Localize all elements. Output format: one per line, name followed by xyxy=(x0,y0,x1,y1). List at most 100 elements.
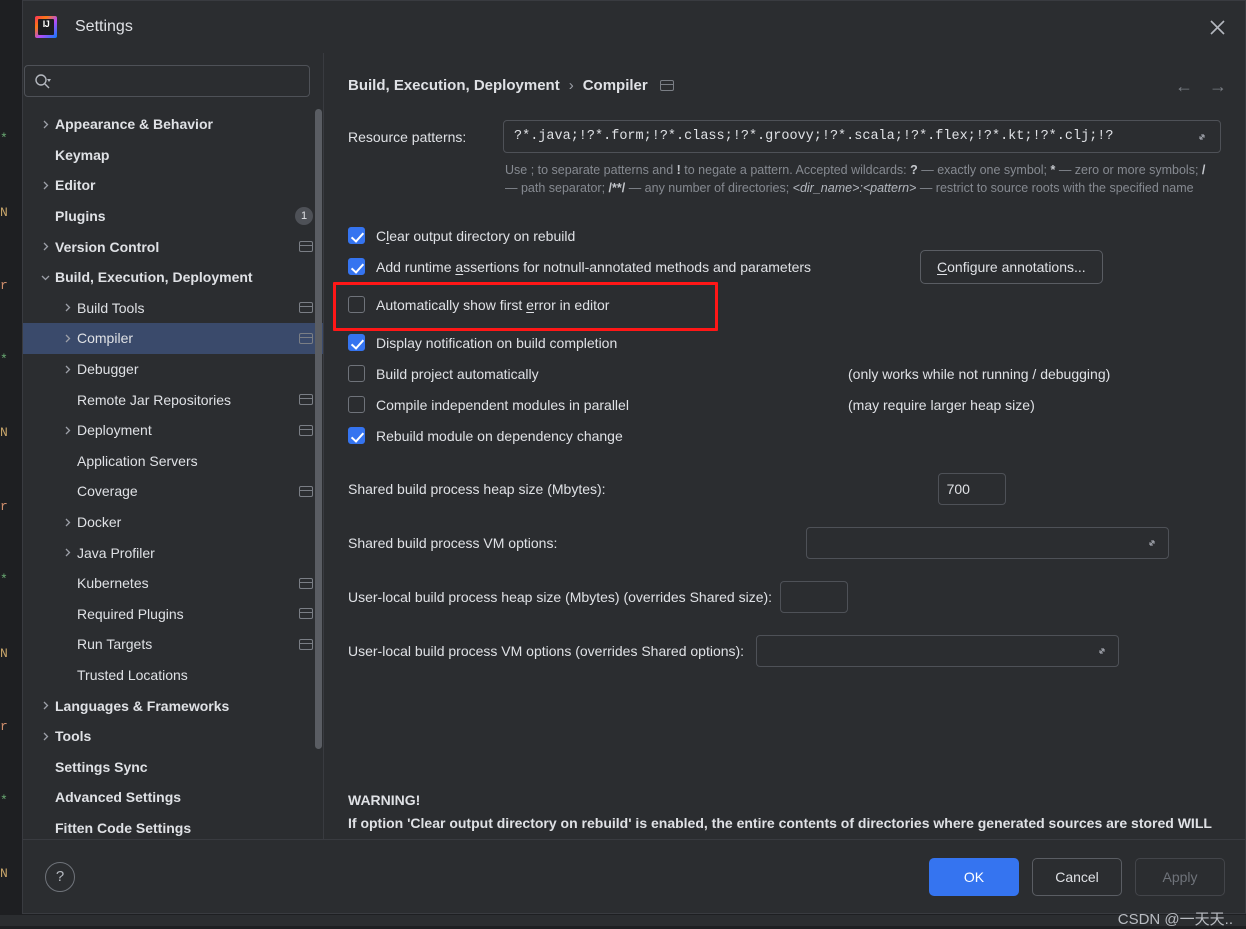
resource-patterns-value: ?*.java;!?*.form;!?*.class;!?*.groovy;!?… xyxy=(514,129,1194,144)
sidebar-item-advanced-settings[interactable]: Advanced Settings xyxy=(23,782,323,813)
sidebar-scrollbar[interactable] xyxy=(314,109,323,839)
chevron-right-icon[interactable] xyxy=(35,700,55,711)
sidebar-item-java-profiler[interactable]: Java Profiler xyxy=(23,537,323,568)
chevron-right-icon[interactable] xyxy=(35,119,55,130)
sidebar-item-version-control[interactable]: Version Control xyxy=(23,231,323,262)
project-scope-icon xyxy=(299,425,313,436)
project-scope-icon xyxy=(299,486,313,497)
checkbox-label[interactable]: Automatically show first error in editor xyxy=(376,297,609,313)
intellij-logo-icon: IJ xyxy=(35,16,57,38)
sidebar-item-docker[interactable]: Docker xyxy=(23,507,323,538)
checkbox[interactable] xyxy=(348,258,365,275)
expand-icon[interactable] xyxy=(1144,536,1160,550)
checkbox[interactable] xyxy=(348,227,365,244)
sidebar-item-build-tools[interactable]: Build Tools xyxy=(23,293,323,324)
help-icon[interactable]: ? xyxy=(45,862,75,892)
warning-title: WARNING! xyxy=(348,789,1228,812)
field-label: User-local build process VM options (ove… xyxy=(348,643,744,659)
settings-sidebar: Appearance & BehaviorKeymap Editor Plugins… xyxy=(23,53,324,839)
sidebar-item-label: Java Profiler xyxy=(77,545,313,561)
sidebar-item-kubernetes[interactable]: Kubernetes xyxy=(23,568,323,599)
sidebar-item-fitten-code-settings[interactable]: Fitten Code Settings xyxy=(23,813,323,839)
search-box[interactable] xyxy=(24,65,310,97)
checkbox-label[interactable]: Clear output directory on rebuild xyxy=(376,228,575,244)
checkbox[interactable] xyxy=(348,396,365,413)
resource-patterns-hint: Use ; to separate patterns and ! to nega… xyxy=(505,161,1221,197)
resource-patterns-input[interactable]: ?*.java;!?*.form;!?*.class;!?*.groovy;!?… xyxy=(503,120,1221,153)
sidebar-item-plugins[interactable]: Plugins1 xyxy=(23,201,323,232)
sidebar-item-run-targets[interactable]: Run Targets xyxy=(23,629,323,660)
checkbox-label[interactable]: Rebuild module on dependency change xyxy=(376,428,623,444)
resource-patterns-row: Resource patterns: ?*.java;!?*.form;!?*.… xyxy=(348,120,1221,153)
sidebar-item-build-execution-deployment[interactable]: Build, Execution, Deployment xyxy=(23,262,323,293)
chevron-right-icon[interactable] xyxy=(57,333,77,344)
chevron-right-icon[interactable] xyxy=(57,302,77,313)
cancel-button[interactable]: Cancel xyxy=(1032,858,1122,896)
checkbox-label-pre: Display notification on build completion xyxy=(376,335,617,351)
checkbox[interactable] xyxy=(348,427,365,444)
sidebar-item-label: Editor xyxy=(55,177,313,193)
sidebar-item-languages-frameworks[interactable]: Languages & Frameworks xyxy=(23,690,323,721)
search-input[interactable] xyxy=(51,73,300,90)
configure-annotations-label: onfigure annotations... xyxy=(947,259,1086,275)
search-wrapper xyxy=(23,53,323,107)
close-icon[interactable] xyxy=(1199,9,1235,45)
checkbox-label[interactable]: Build project automatically xyxy=(376,366,539,382)
chevron-right-icon[interactable] xyxy=(57,425,77,436)
arrow-right-icon[interactable]: → xyxy=(1209,77,1227,95)
vm-options-input[interactable] xyxy=(756,635,1119,667)
breadcrumb-separator: › xyxy=(569,77,574,94)
checkbox[interactable] xyxy=(348,296,365,313)
checkbox-label-post: rror in editor xyxy=(534,297,609,313)
sidebar-item-coverage[interactable]: Coverage xyxy=(23,476,323,507)
sidebar-item-debugger[interactable]: Debugger xyxy=(23,354,323,385)
sidebar-item-label: Application Servers xyxy=(77,453,313,469)
chevron-right-icon[interactable] xyxy=(57,547,77,558)
project-scope-icon xyxy=(299,333,313,344)
sidebar-item-remote-jar-repositories[interactable]: Remote Jar Repositories xyxy=(23,384,323,415)
sidebar-item-required-plugins[interactable]: Required Plugins xyxy=(23,599,323,630)
project-scope-icon xyxy=(660,80,674,91)
sidebar-item-trusted-locations[interactable]: Trusted Locations xyxy=(23,660,323,691)
project-scope-icon xyxy=(299,639,313,650)
chevron-right-icon[interactable] xyxy=(35,180,55,191)
sidebar-item-compiler[interactable]: Compiler xyxy=(23,323,323,354)
chevron-right-icon[interactable] xyxy=(57,364,77,375)
sidebar-item-label: Run Targets xyxy=(77,636,293,652)
sidebar-item-label: Compiler xyxy=(77,330,293,346)
checkbox-label[interactable]: Add runtime assertions for notnull-annot… xyxy=(376,259,811,275)
sidebar-item-appearance-behavior[interactable]: Appearance & Behavior xyxy=(23,109,323,140)
chevron-right-icon[interactable] xyxy=(57,517,77,528)
configure-annotations-button[interactable]: Configure annotations... xyxy=(920,250,1103,284)
breadcrumb-root[interactable]: Build, Execution, Deployment xyxy=(348,77,560,94)
sidebar-scrollbar-thumb[interactable] xyxy=(315,109,322,749)
field-label: Shared build process VM options: xyxy=(348,535,557,551)
sidebar-item-label: Kubernetes xyxy=(77,575,293,591)
chevron-down-icon[interactable] xyxy=(35,272,55,283)
hint-seg-2: to negate a pattern. Accepted wildcards: xyxy=(681,163,910,177)
checkbox-label[interactable]: Compile independent modules in parallel xyxy=(376,397,629,413)
sidebar-item-editor[interactable]: Editor xyxy=(23,170,323,201)
expand-icon[interactable] xyxy=(1194,130,1210,144)
expand-icon[interactable] xyxy=(1094,644,1110,658)
checkbox[interactable] xyxy=(348,365,365,382)
sidebar-item-label: Tools xyxy=(55,728,313,744)
project-scope-icon xyxy=(299,578,313,589)
checkbox-label[interactable]: Display notification on build completion xyxy=(376,335,617,351)
heap-size-input[interactable] xyxy=(938,473,1006,505)
heap-size-input[interactable] xyxy=(780,581,848,613)
chevron-right-icon[interactable] xyxy=(35,241,55,252)
sidebar-item-application-servers[interactable]: Application Servers xyxy=(23,446,323,477)
settings-field-row: Shared build process heap size (Mbytes): xyxy=(348,473,1221,505)
arrow-left-icon[interactable]: ← xyxy=(1175,77,1193,95)
ok-button[interactable]: OK xyxy=(929,858,1019,896)
settings-content: Build, Execution, Deployment › Compiler … xyxy=(324,53,1245,839)
sidebar-item-label: Docker xyxy=(77,514,313,530)
sidebar-item-tools[interactable]: Tools xyxy=(23,721,323,752)
chevron-right-icon[interactable] xyxy=(35,731,55,742)
sidebar-item-deployment[interactable]: Deployment xyxy=(23,415,323,446)
vm-options-input[interactable] xyxy=(806,527,1169,559)
checkbox[interactable] xyxy=(348,334,365,351)
sidebar-item-settings-sync[interactable]: Settings Sync xyxy=(23,751,323,782)
sidebar-item-keymap[interactable]: Keymap xyxy=(23,140,323,171)
